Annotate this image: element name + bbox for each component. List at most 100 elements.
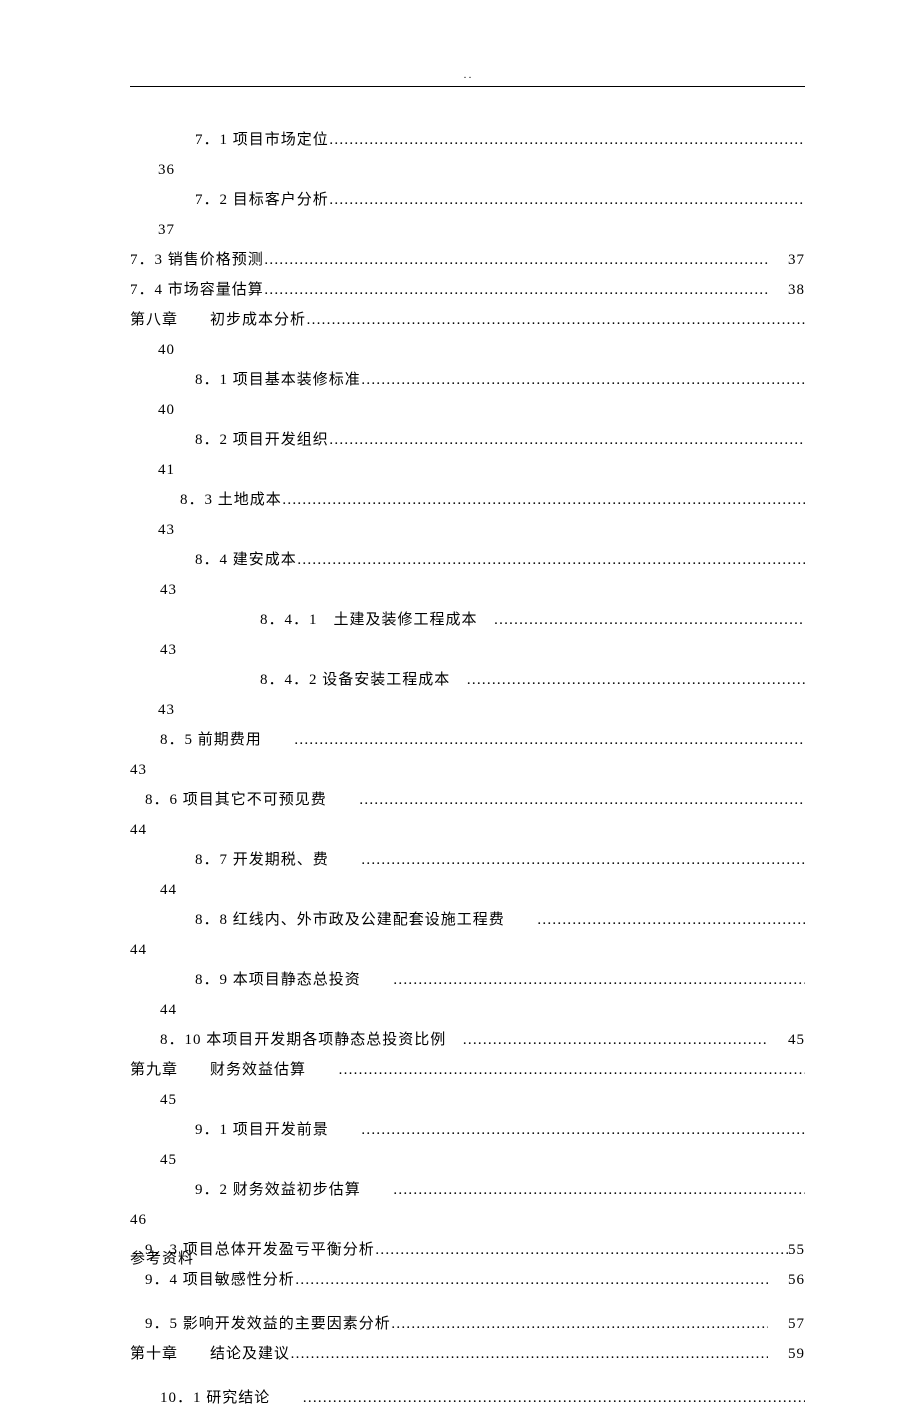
toc-leader: [462, 1025, 768, 1055]
toc-entry: 8．7 开发期税、费: [130, 845, 805, 875]
toc-entry: 8．4．1 土建及装修工程成本: [130, 605, 805, 635]
toc-title: 7．2 目标客户分析: [195, 185, 329, 215]
header-dots: . .: [130, 70, 805, 81]
toc-title: 9．2 财务效益初步估算: [195, 1175, 393, 1205]
toc-page-number: 56: [768, 1265, 805, 1295]
toc-title: 第九章 财务效益估算: [130, 1055, 338, 1085]
toc-title: 8．1 项目基本装修标准: [195, 365, 361, 395]
toc-page-number: 57: [768, 1309, 805, 1339]
toc-title: 8．4 建安成本: [195, 545, 297, 575]
toc-leader: [375, 1235, 788, 1265]
table-of-contents: 7．1 项目市场定位367．2 目标客户分析377．3 销售价格预测 377．4…: [130, 125, 805, 1413]
toc-title: 第十章 结论及建议: [130, 1339, 290, 1369]
toc-entry: 7．2 目标客户分析: [130, 185, 805, 215]
toc-title: 第八章 初步成本分析: [130, 305, 306, 335]
toc-title: 10．1 研究结论: [160, 1383, 302, 1413]
toc-leader: [302, 1383, 805, 1413]
toc-entry: 第九章 财务效益估算: [130, 1055, 805, 1085]
toc-title: 8．4．1 土建及装修工程成本: [260, 605, 494, 635]
toc-entry: 9．4 项目敏感性分析 56: [130, 1265, 805, 1295]
toc-leader: [264, 245, 768, 275]
toc-leader: [338, 1055, 805, 1085]
toc-entry: 第十章 结论及建议 59: [130, 1339, 805, 1369]
toc-page-number-wrapped: 44: [130, 995, 805, 1025]
toc-page-number-wrapped: 43: [130, 695, 805, 725]
toc-page-number: 45: [768, 1025, 805, 1055]
toc-leader: [329, 125, 805, 155]
toc-entry: 第八章 初步成本分析: [130, 305, 805, 335]
toc-page-number-wrapped: 37: [130, 215, 805, 245]
toc-page-number-wrapped: 44: [130, 875, 805, 905]
toc-page-number-wrapped: 46: [130, 1205, 805, 1235]
toc-leader: [290, 1339, 768, 1369]
document-page: . . 7．1 项目市场定位367．2 目标客户分析377．3 销售价格预测 3…: [0, 0, 920, 1413]
toc-title: 8．8 红线内、外市政及公建配套设施工程费: [195, 905, 537, 935]
toc-title: 9．5 影响开发效益的主要因素分析: [145, 1309, 391, 1339]
toc-entry: 8．4 建安成本: [130, 545, 805, 575]
toc-entry: 8．5 前期费用: [130, 725, 805, 755]
toc-title: 9．1 项目开发前景: [195, 1115, 361, 1145]
toc-leader: [282, 485, 805, 515]
toc-page-number-wrapped: 40: [130, 395, 805, 425]
toc-title: 7．1 项目市场定位: [195, 125, 329, 155]
toc-leader: [329, 425, 805, 455]
toc-entry: 9．5 影响开发效益的主要因素分析 57: [130, 1309, 805, 1339]
toc-title: 8．2 项目开发组织: [195, 425, 329, 455]
toc-leader: [391, 1309, 768, 1339]
toc-leader: [361, 845, 805, 875]
toc-entry: 8．2 项目开发组织: [130, 425, 805, 455]
toc-leader: [294, 725, 805, 755]
footer-text: 参考资料: [130, 1247, 194, 1268]
toc-page-number: 55: [788, 1235, 805, 1265]
toc-entry: 8．4．2 设备安装工程成本: [130, 665, 805, 695]
toc-leader: [329, 185, 805, 215]
header-rule: [130, 86, 805, 87]
toc-title: 8．5 前期费用: [160, 725, 294, 755]
toc-page-number-wrapped: 45: [130, 1145, 805, 1175]
toc-entry: 7．1 项目市场定位: [130, 125, 805, 155]
toc-page-number-wrapped: 40: [130, 335, 805, 365]
toc-leader: [295, 1265, 768, 1295]
toc-leader: [297, 545, 805, 575]
toc-leader: [306, 305, 805, 335]
toc-entry: 8．10 本项目开发期各项静态总投资比例 45: [130, 1025, 805, 1055]
toc-leader: [466, 665, 805, 695]
toc-title: 8．9 本项目静态总投资: [195, 965, 393, 995]
toc-title: 8．10 本项目开发期各项静态总投资比例: [160, 1025, 462, 1055]
toc-entry: 8．1 项目基本装修标准: [130, 365, 805, 395]
toc-page-number: 37: [768, 245, 805, 275]
toc-title: 8．4．2 设备安装工程成本: [260, 665, 466, 695]
toc-page-number-wrapped: 43: [130, 575, 805, 605]
toc-leader: [264, 275, 768, 305]
toc-entry: 8．3 土地成本: [130, 485, 805, 515]
toc-title: 9．4 项目敏感性分析: [145, 1265, 295, 1295]
toc-leader: [359, 785, 805, 815]
toc-entry: 9．1 项目开发前景: [130, 1115, 805, 1145]
toc-title: 8．6 项目其它不可预见费: [145, 785, 359, 815]
toc-page-number-wrapped: 45: [130, 1085, 805, 1115]
toc-entry: 10．1 研究结论: [130, 1383, 805, 1413]
toc-page-number-wrapped: 41: [130, 455, 805, 485]
toc-page-number-wrapped: 44: [130, 815, 805, 845]
toc-page-number: 59: [768, 1339, 805, 1369]
toc-page-number: 38: [768, 275, 805, 305]
toc-entry: 9．3 项目总体开发盈亏平衡分析55: [130, 1235, 805, 1265]
toc-entry: 9．2 财务效益初步估算: [130, 1175, 805, 1205]
toc-page-number-wrapped: 43: [130, 755, 805, 785]
toc-entry: 8．6 项目其它不可预见费: [130, 785, 805, 815]
toc-leader: [494, 605, 805, 635]
toc-title: 8．7 开发期税、费: [195, 845, 361, 875]
toc-entry: 8．9 本项目静态总投资: [130, 965, 805, 995]
toc-leader: [393, 965, 805, 995]
toc-leader: [393, 1175, 805, 1205]
toc-title: 7．4 市场容量估算: [130, 275, 264, 305]
toc-entry: 8．8 红线内、外市政及公建配套设施工程费: [130, 905, 805, 935]
toc-leader: [537, 905, 805, 935]
toc-page-number-wrapped: 43: [130, 515, 805, 545]
toc-page-number-wrapped: 43: [130, 635, 805, 665]
toc-leader: [361, 1115, 805, 1145]
toc-leader: [361, 365, 805, 395]
toc-entry: 7．4 市场容量估算 38: [130, 275, 805, 305]
toc-entry: 7．3 销售价格预测 37: [130, 245, 805, 275]
toc-page-number-wrapped: 44: [130, 935, 805, 965]
